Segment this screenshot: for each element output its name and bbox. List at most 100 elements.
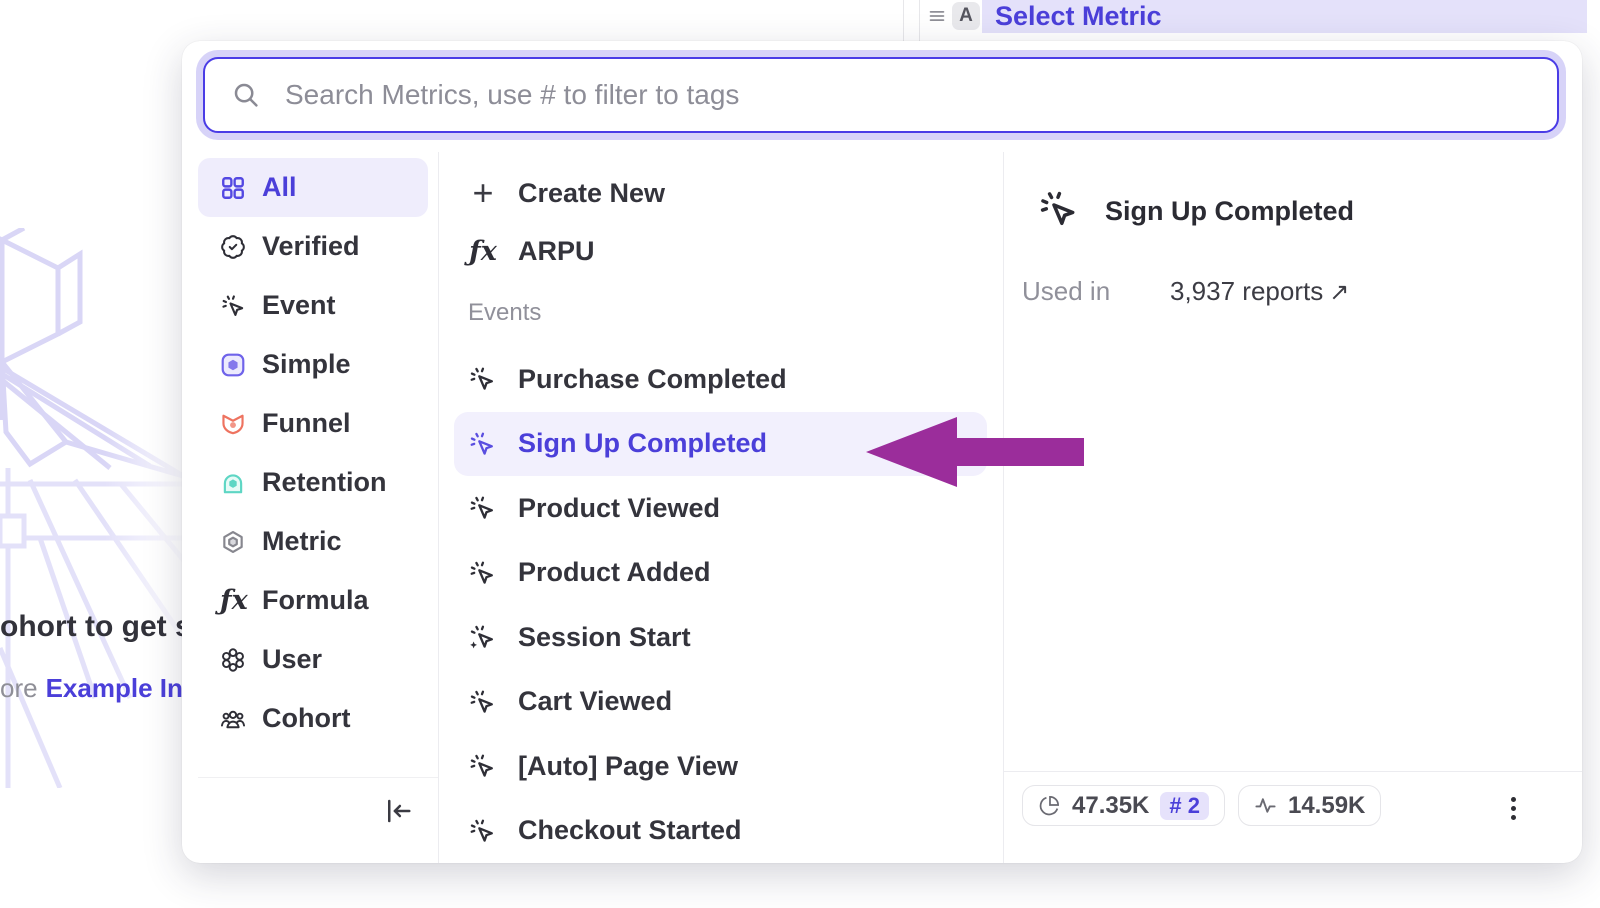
background-subline-text: ore bbox=[0, 673, 38, 703]
sidebar-item-label: Metric bbox=[262, 526, 342, 557]
used-in-label: Used in bbox=[1022, 276, 1110, 307]
sidebar-item-label: Funnel bbox=[262, 408, 351, 439]
activity-stat-pill[interactable]: 14.59K bbox=[1238, 785, 1381, 826]
metric-detail-panel: Sign Up Completed Used in 3,937 reports↗… bbox=[1003, 152, 1582, 863]
collapse-sidebar-button[interactable] bbox=[378, 791, 418, 831]
metric-list-item-product-viewed[interactable]: Product Viewed bbox=[454, 476, 987, 541]
metric-list-item-sign-up-completed[interactable]: Sign Up Completed bbox=[454, 412, 987, 477]
funnel-icon bbox=[220, 411, 246, 437]
background-headline-fragment: ohort to get s bbox=[0, 610, 182, 652]
retention-icon bbox=[220, 470, 246, 496]
background-panel-divider bbox=[903, 0, 904, 41]
background-subline: ore Example Ins bbox=[0, 673, 184, 709]
event-cursor-star-icon bbox=[468, 623, 496, 651]
event-cursor-icon bbox=[1037, 188, 1079, 230]
metric-list-item-auto-page-view[interactable]: [Auto] Page View bbox=[454, 734, 987, 799]
event-cursor-icon bbox=[468, 559, 496, 587]
activity-icon bbox=[1254, 794, 1277, 817]
more-options-button[interactable] bbox=[1495, 789, 1531, 827]
cohort-people-icon bbox=[220, 706, 246, 732]
formula-fx-icon: ƒx bbox=[220, 585, 246, 616]
sidebar-item-simple[interactable]: Simple bbox=[198, 335, 428, 394]
event-cursor-icon bbox=[468, 494, 496, 522]
detail-footer-divider bbox=[1003, 771, 1582, 772]
sidebar-footer-divider bbox=[198, 777, 438, 778]
metric-list-item-checkout-started[interactable]: Checkout Started bbox=[454, 799, 987, 864]
metric-label: [Auto] Page View bbox=[518, 751, 738, 782]
collapse-left-icon bbox=[383, 796, 413, 826]
metric-type-sidebar: All Verified Event Simple Funnel Retenti… bbox=[198, 158, 428, 748]
formula-fx-icon: ƒx bbox=[468, 236, 498, 267]
select-metric-label[interactable]: Select Metric bbox=[995, 0, 1162, 33]
event-cursor-icon bbox=[468, 752, 496, 780]
event-cursor-icon bbox=[468, 430, 496, 458]
kebab-dot bbox=[1511, 797, 1516, 802]
sidebar-item-label: Formula bbox=[262, 585, 369, 616]
sidebar-item-verified[interactable]: Verified bbox=[198, 217, 428, 276]
plus-icon: + bbox=[468, 175, 498, 211]
sidebar-item-cohort[interactable]: Cohort bbox=[198, 689, 428, 748]
metric-list-item-product-added[interactable]: Product Added bbox=[454, 541, 987, 606]
kebab-dot bbox=[1511, 815, 1516, 820]
sidebar-item-formula[interactable]: ƒx Formula bbox=[198, 571, 428, 630]
sidebar-item-label: All bbox=[262, 172, 297, 203]
sidebar-item-label: Retention bbox=[262, 467, 387, 498]
used-in-reports-link[interactable]: 3,937 reports↗ bbox=[1170, 276, 1349, 307]
sidebar-item-retention[interactable]: Retention bbox=[198, 453, 428, 512]
search-input[interactable] bbox=[283, 78, 1537, 112]
stat-value: 47.35K bbox=[1072, 792, 1149, 820]
event-cursor-icon bbox=[468, 688, 496, 716]
search-icon bbox=[231, 80, 261, 110]
sidebar-item-user[interactable]: User bbox=[198, 630, 428, 689]
metric-picker-dialog: All Verified Event Simple Funnel Retenti… bbox=[182, 41, 1582, 863]
screen: A Select Metric bbox=[0, 0, 1600, 908]
sidebar-item-label: User bbox=[262, 644, 322, 675]
metric-list-item-purchase-completed[interactable]: Purchase Completed bbox=[454, 347, 987, 412]
used-in-reports-count: 3,937 reports bbox=[1170, 276, 1323, 306]
sidebar-item-label: Verified bbox=[262, 231, 360, 262]
metric-label: Sign Up Completed bbox=[518, 428, 767, 459]
create-new-button[interactable]: + Create New bbox=[438, 164, 1003, 222]
stat-value: 14.59K bbox=[1288, 792, 1365, 820]
event-cursor-icon bbox=[220, 293, 246, 319]
pie-chart-icon bbox=[1038, 794, 1061, 817]
search-bar[interactable] bbox=[203, 57, 1559, 133]
north-east-arrow-icon: ↗ bbox=[1329, 279, 1349, 306]
metric-stats-row: 47.35K # 2 14.59K bbox=[1022, 785, 1381, 826]
metric-hexagon-icon bbox=[220, 529, 246, 555]
metric-label: Product Viewed bbox=[518, 493, 720, 524]
grid-icon bbox=[220, 175, 246, 201]
metric-label: ARPU bbox=[518, 236, 595, 267]
total-count-stat-pill[interactable]: 47.35K # 2 bbox=[1022, 785, 1225, 826]
sidebar-item-label: Simple bbox=[262, 349, 351, 380]
background-panel-divider bbox=[919, 0, 920, 41]
events-section-heading: Events bbox=[438, 298, 1003, 328]
drag-handle-icon[interactable] bbox=[926, 5, 948, 27]
sidebar-item-all[interactable]: All bbox=[198, 158, 428, 217]
verified-badge-icon bbox=[220, 234, 246, 260]
user-cluster-icon bbox=[220, 647, 246, 673]
metric-label: Cart Viewed bbox=[518, 686, 672, 717]
metric-list-item-cart-viewed[interactable]: Cart Viewed bbox=[454, 670, 987, 735]
create-new-label: Create New bbox=[518, 178, 665, 209]
metric-label: Session Start bbox=[518, 622, 691, 653]
example-insights-link[interactable]: Example Ins bbox=[46, 673, 184, 703]
event-cursor-icon bbox=[468, 365, 496, 393]
metric-label: Purchase Completed bbox=[518, 364, 787, 395]
search-focus-ring bbox=[196, 50, 1566, 140]
metric-list-item-arpu[interactable]: ƒx ARPU bbox=[438, 222, 1003, 280]
metric-label: Product Added bbox=[518, 557, 711, 588]
sidebar-item-label: Cohort bbox=[262, 703, 350, 734]
metric-label: Checkout Started bbox=[518, 815, 742, 846]
metric-list: + Create New ƒx ARPU Events Purchase Com… bbox=[438, 152, 1003, 863]
sidebar-item-event[interactable]: Event bbox=[198, 276, 428, 335]
metric-letter-badge: A bbox=[952, 2, 980, 30]
sidebar-item-label: Event bbox=[262, 290, 336, 321]
sidebar-item-funnel[interactable]: Funnel bbox=[198, 394, 428, 453]
sidebar-item-metric[interactable]: Metric bbox=[198, 512, 428, 571]
simple-icon bbox=[220, 352, 246, 378]
metric-detail-title: Sign Up Completed bbox=[1105, 196, 1354, 227]
event-cursor-icon bbox=[468, 817, 496, 845]
kebab-dot bbox=[1511, 806, 1516, 811]
metric-list-item-session-start[interactable]: Session Start bbox=[454, 605, 987, 670]
